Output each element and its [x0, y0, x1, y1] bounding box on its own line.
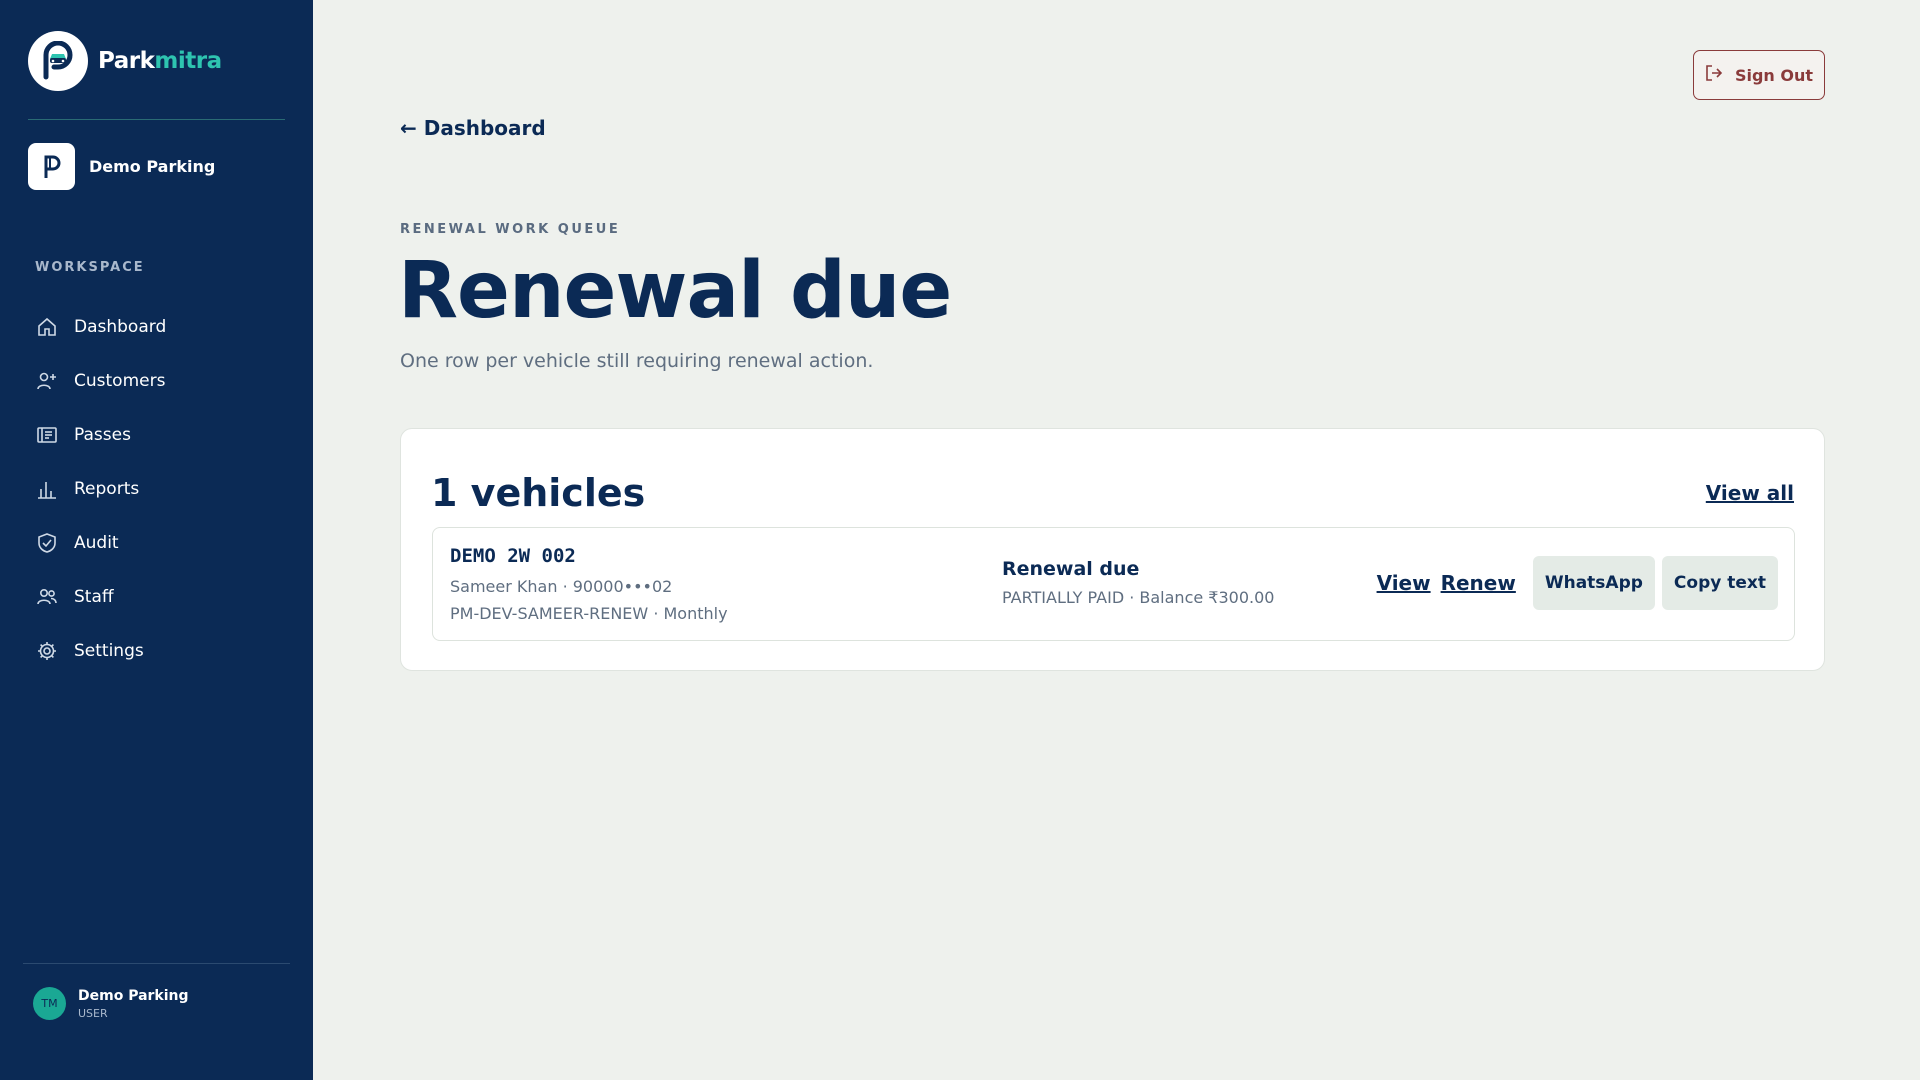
gear-icon	[36, 640, 58, 662]
brand-name-part1: Park	[98, 48, 155, 74]
brand-divider	[28, 119, 285, 120]
page-subtitle: One row per vehicle still requiring rene…	[400, 350, 874, 372]
home-icon	[36, 316, 58, 338]
sign-out-button[interactable]: Sign Out	[1693, 50, 1825, 100]
sidebar-item-passes[interactable]: Passes	[0, 408, 313, 462]
payment-status: PARTIALLY PAID · Balance ₹300.00	[1002, 588, 1275, 607]
renew-link[interactable]: Renew	[1441, 571, 1516, 595]
whatsapp-button[interactable]: WhatsApp	[1532, 556, 1655, 610]
sidebar-item-staff[interactable]: Staff	[0, 570, 313, 624]
sign-out-icon	[1705, 64, 1723, 86]
sidebar-item-label: Staff	[74, 587, 114, 607]
org-badge-icon	[28, 143, 75, 190]
sidebar-item-reports[interactable]: Reports	[0, 462, 313, 516]
sidebar-item-label: Passes	[74, 425, 131, 445]
users-icon	[36, 586, 58, 608]
renewal-queue-card: 1 vehicles View all DEMO 2W 002 Sameer K…	[400, 428, 1825, 671]
sidebar-item-label: Settings	[74, 641, 144, 661]
brand-name: Parkmitra	[98, 48, 222, 74]
copy-text-button[interactable]: Copy text	[1661, 556, 1778, 610]
org-name: Demo Parking	[89, 157, 216, 176]
page-eyebrow: RENEWAL WORK QUEUE	[400, 222, 621, 237]
sidebar-item-label: Audit	[74, 533, 119, 553]
page-title: Renewal due	[398, 246, 952, 336]
sidebar-item-customers[interactable]: Customers	[0, 354, 313, 408]
user-profile[interactable]: TM Demo Parking USER	[33, 987, 189, 1020]
row-actions: View Renew WhatsApp Copy text	[1377, 556, 1778, 610]
org-switcher[interactable]: Demo Parking	[28, 143, 215, 190]
sidebar-footer-divider	[23, 963, 290, 964]
back-to-dashboard-link[interactable]: ← Dashboard	[400, 116, 546, 140]
sidebar-item-label: Dashboard	[74, 317, 167, 337]
workspace-section-label: WORKSPACE	[35, 260, 145, 275]
user-role: USER	[78, 1006, 108, 1020]
sidebar-nav: Dashboard Customers Passes Reports Audit	[0, 300, 313, 678]
table-row: DEMO 2W 002 Sameer Khan · 90000•••02 PM-…	[432, 527, 1795, 641]
renewal-status: Renewal due	[1002, 558, 1140, 580]
sign-out-label: Sign Out	[1734, 65, 1814, 85]
view-all-link[interactable]: View all	[1706, 481, 1794, 505]
view-link[interactable]: View	[1377, 571, 1431, 595]
sidebar-item-audit[interactable]: Audit	[0, 516, 313, 570]
sidebar: Parkmitra Demo Parking WORKSPACE Dashboa…	[0, 0, 313, 1080]
vehicle-count-title: 1 vehicles	[431, 471, 646, 515]
bar-chart-icon	[36, 478, 58, 500]
sidebar-item-settings[interactable]: Settings	[0, 624, 313, 678]
brand[interactable]: Parkmitra	[28, 31, 222, 91]
avatar: TM	[33, 987, 66, 1020]
shield-check-icon	[36, 532, 58, 554]
user-text: Demo Parking USER	[78, 988, 189, 1020]
vehicle-number: DEMO 2W 002	[450, 545, 576, 567]
parkmitra-logo-icon	[28, 31, 88, 91]
vehicle-pass: PM-DEV-SAMEER-RENEW · Monthly	[450, 604, 728, 623]
user-name: Demo Parking	[78, 987, 189, 1004]
user-plus-icon	[36, 370, 58, 392]
sidebar-item-label: Reports	[74, 479, 140, 499]
sidebar-item-label: Customers	[74, 371, 166, 391]
brand-name-part2: mitra	[154, 48, 222, 74]
id-card-icon	[36, 424, 58, 446]
vehicle-owner: Sameer Khan · 90000•••02	[450, 577, 673, 596]
sidebar-item-dashboard[interactable]: Dashboard	[0, 300, 313, 354]
